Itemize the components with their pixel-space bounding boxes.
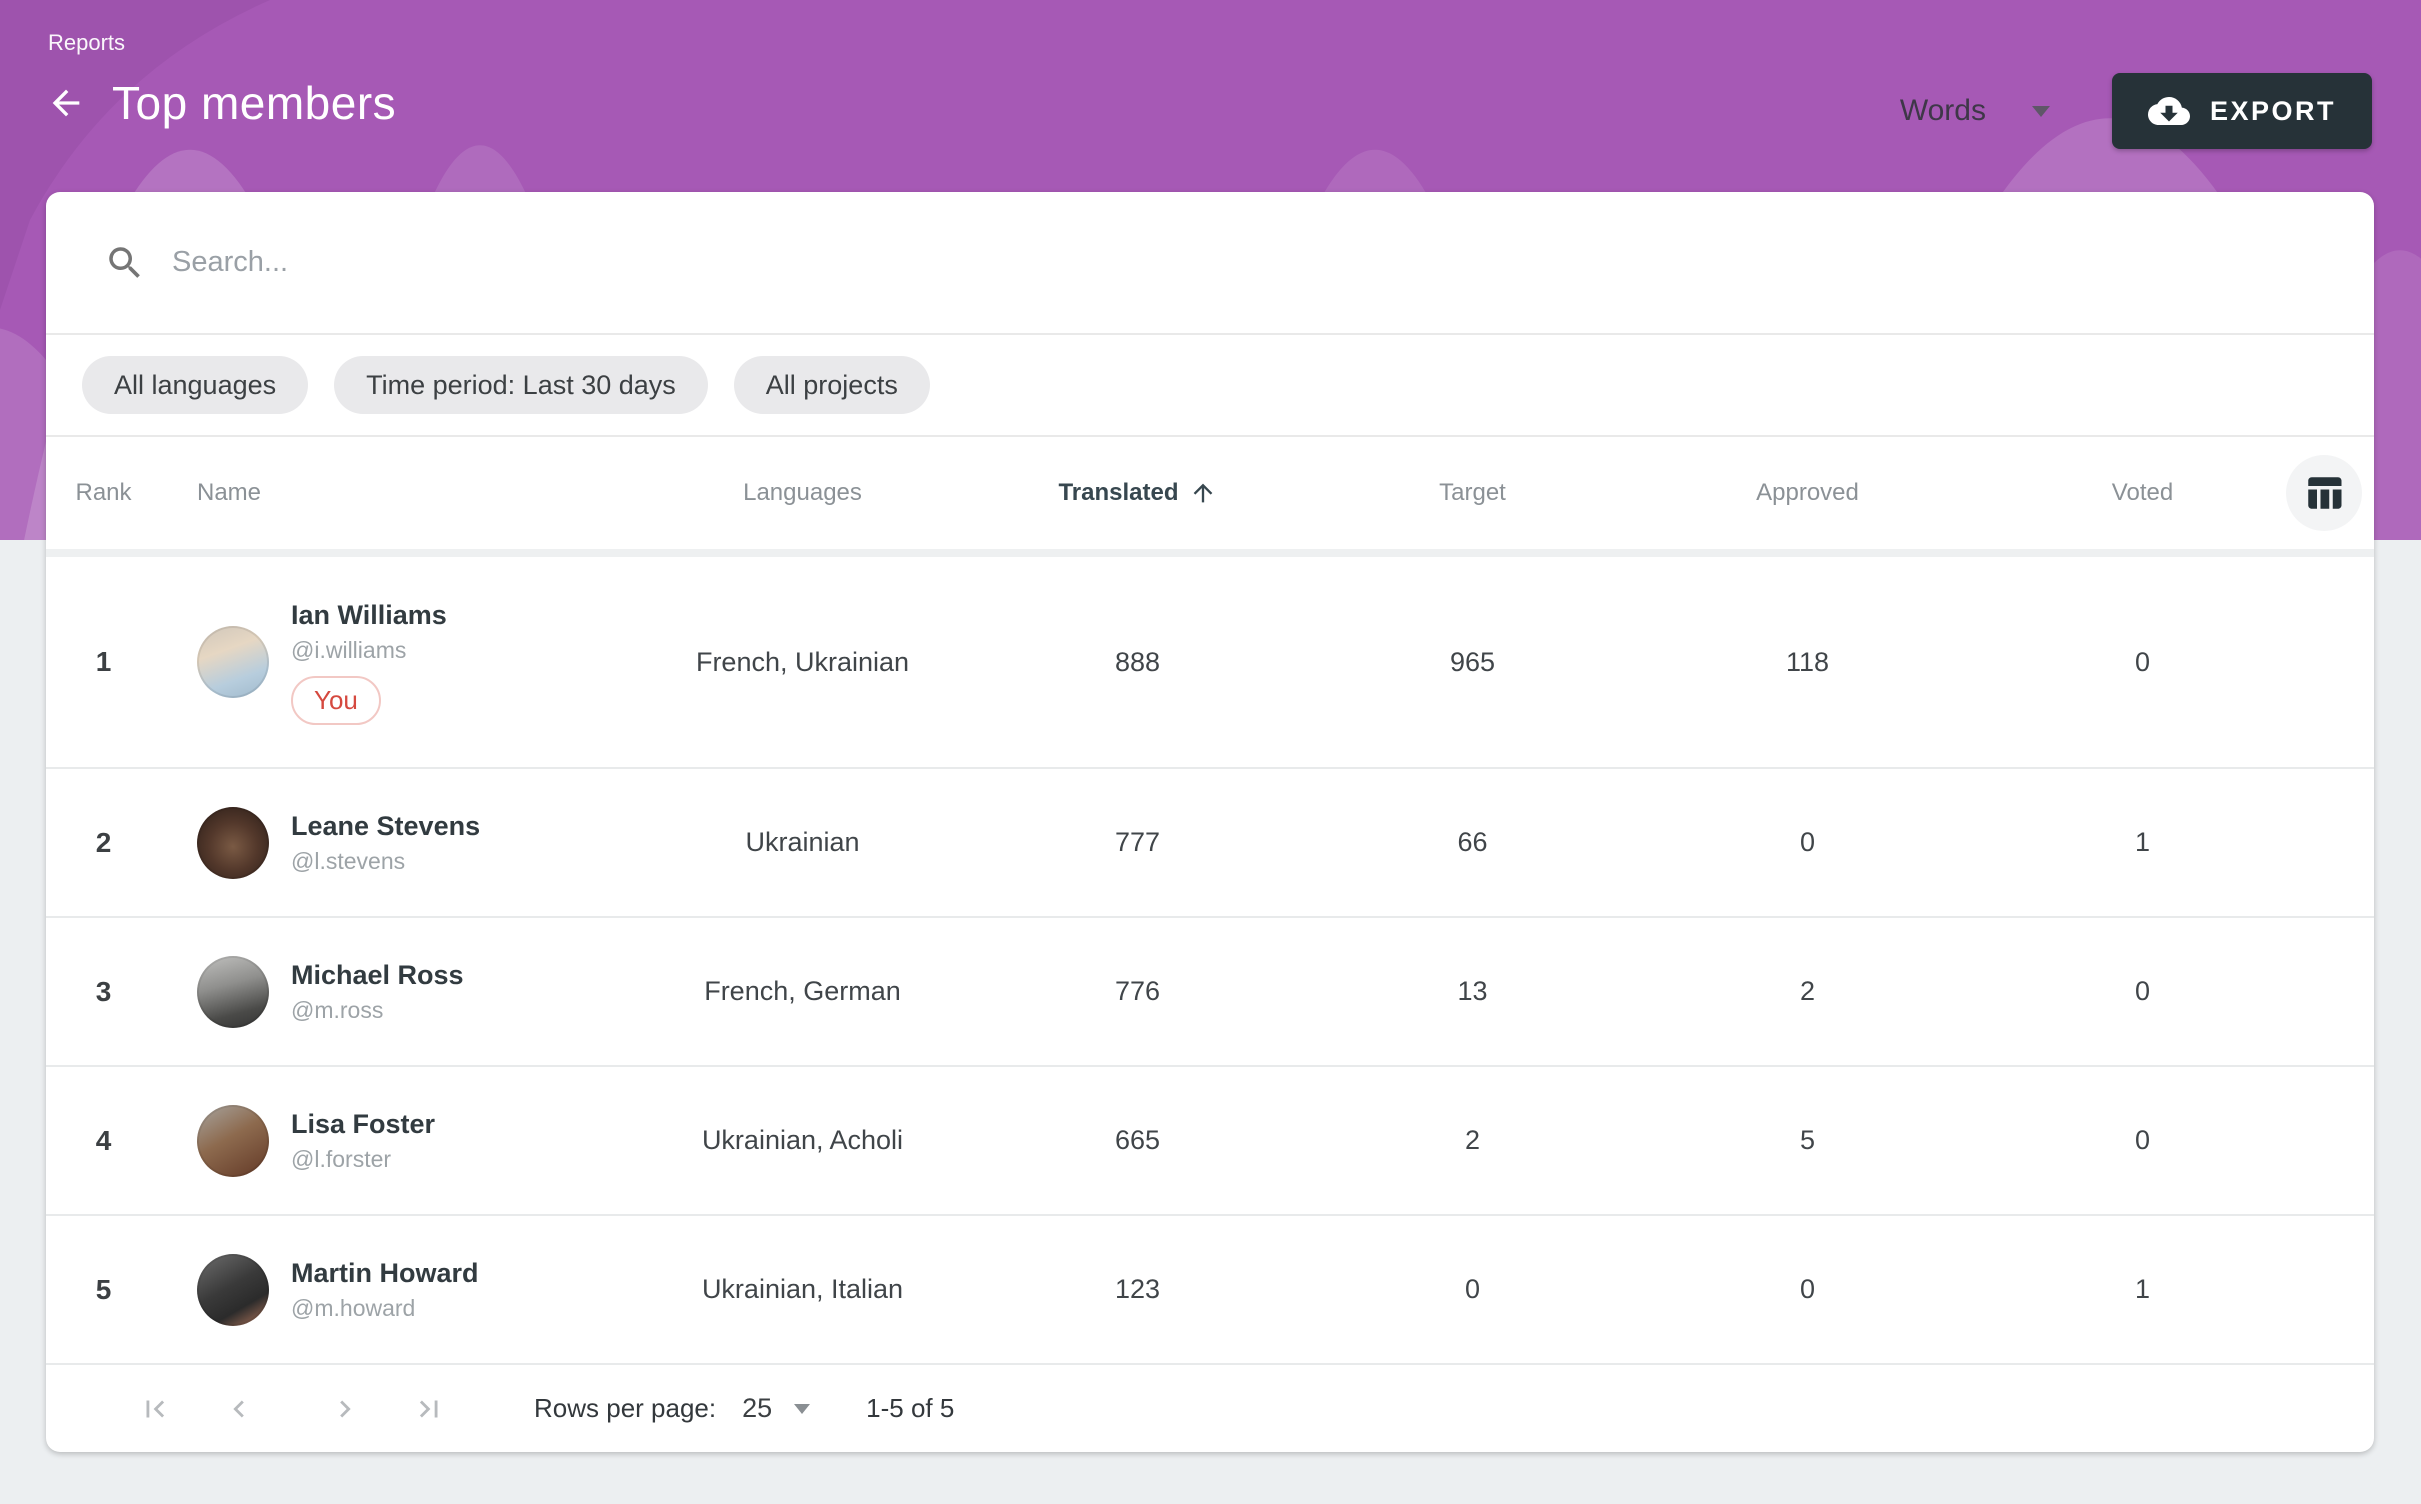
member-name: Michael Ross [291, 959, 464, 993]
unit-dropdown[interactable]: Words [1900, 94, 2050, 128]
approved-value: 5 [1640, 1125, 1975, 1156]
target-value: 965 [1305, 647, 1640, 678]
breadcrumb[interactable]: Reports [48, 30, 125, 56]
rows-per-page-label: Rows per page: [534, 1393, 716, 1424]
cloud-download-icon [2148, 95, 2190, 127]
avatar [197, 1105, 269, 1177]
column-header-target[interactable]: Target [1305, 479, 1640, 507]
export-button[interactable]: EXPORT [2112, 73, 2372, 149]
member-name: Martin Howard [291, 1257, 479, 1291]
rows-per-page-select[interactable]: 25 [742, 1393, 810, 1424]
search-bar [46, 192, 2374, 335]
languages-value: Ukrainian [635, 827, 970, 858]
pagination-range: 1-5 of 5 [866, 1393, 954, 1424]
column-header-translated[interactable]: Translated [970, 479, 1305, 507]
translated-value: 777 [970, 827, 1305, 858]
member-username: @i.williams [291, 637, 447, 664]
unit-dropdown-value: Words [1900, 94, 1986, 128]
languages-value: Ukrainian, Acholi [635, 1125, 970, 1156]
member-cell: Lisa Foster @l.forster [161, 1105, 635, 1177]
column-header-translated-label: Translated [1058, 479, 1178, 507]
filter-chip-time-period[interactable]: Time period: Last 30 days [334, 356, 708, 414]
table-row: 3 Michael Ross @m.ross French, German 77… [46, 918, 2374, 1067]
target-value: 0 [1305, 1274, 1640, 1305]
member-name: Lisa Foster [291, 1108, 435, 1142]
first-page-button[interactable] [138, 1392, 172, 1426]
export-button-label: EXPORT [2210, 96, 2336, 127]
avatar [197, 626, 269, 698]
column-header-languages[interactable]: Languages [635, 479, 970, 507]
table-row: 1 Ian Williams @i.williams You French, U… [46, 557, 2374, 769]
translated-value: 665 [970, 1125, 1305, 1156]
rows-per-page-value: 25 [742, 1393, 772, 1424]
member-username: @m.ross [291, 997, 464, 1024]
column-header-voted[interactable]: Voted [1975, 479, 2310, 507]
page-title: Top members [112, 76, 396, 130]
table-columns-icon [2303, 472, 2345, 514]
previous-page-button[interactable] [222, 1392, 256, 1426]
approved-value: 0 [1640, 827, 1975, 858]
search-input[interactable] [172, 246, 1372, 279]
member-name: Leane Stevens [291, 810, 480, 844]
caret-down-icon [794, 1404, 810, 1414]
rank-value: 5 [46, 1274, 161, 1306]
member-username: @l.forster [291, 1146, 435, 1173]
avatar [197, 807, 269, 879]
next-page-button[interactable] [328, 1392, 362, 1426]
table-row: 4 Lisa Foster @l.forster Ukrainian, Acho… [46, 1067, 2374, 1216]
pagination-bar: Rows per page: 25 1-5 of 5 [46, 1365, 2374, 1452]
languages-value: French, Ukrainian [635, 647, 970, 678]
member-cell: Leane Stevens @l.stevens [161, 807, 635, 879]
voted-value: 0 [1975, 647, 2310, 678]
target-value: 2 [1305, 1125, 1640, 1156]
table-row: 2 Leane Stevens @l.stevens Ukrainian 777… [46, 769, 2374, 918]
approved-value: 118 [1640, 647, 1975, 678]
member-cell: Michael Ross @m.ross [161, 956, 635, 1028]
avatar [197, 956, 269, 1028]
voted-value: 1 [1975, 827, 2310, 858]
filter-chip-languages[interactable]: All languages [82, 356, 308, 414]
rank-value: 4 [46, 1125, 161, 1157]
table-header: Rank Name Languages Translated Target Ap… [46, 437, 2374, 557]
member-cell: Martin Howard @m.howard [161, 1254, 635, 1326]
member-name: Ian Williams [291, 599, 447, 633]
voted-value: 0 [1975, 1125, 2310, 1156]
voted-value: 0 [1975, 976, 2310, 1007]
translated-value: 888 [970, 647, 1305, 678]
languages-value: Ukrainian, Italian [635, 1274, 970, 1305]
rank-value: 2 [46, 827, 161, 859]
approved-value: 2 [1640, 976, 1975, 1007]
table-row: 5 Martin Howard @m.howard Ukrainian, Ita… [46, 1216, 2374, 1365]
back-button[interactable] [44, 81, 88, 125]
last-page-button[interactable] [412, 1392, 446, 1426]
column-header-approved[interactable]: Approved [1640, 479, 1975, 507]
translated-value: 123 [970, 1274, 1305, 1305]
caret-down-icon [2032, 106, 2050, 117]
column-header-name[interactable]: Name [161, 479, 635, 507]
search-icon [104, 242, 146, 284]
you-badge: You [291, 676, 381, 725]
voted-value: 1 [1975, 1274, 2310, 1305]
target-value: 13 [1305, 976, 1640, 1007]
filter-chip-projects[interactable]: All projects [734, 356, 930, 414]
sort-arrow-up-icon [1189, 479, 1217, 507]
languages-value: French, German [635, 976, 970, 1007]
configure-columns-button[interactable] [2286, 455, 2362, 531]
member-username: @m.howard [291, 1295, 479, 1322]
filter-chips: All languages Time period: Last 30 days … [46, 335, 2374, 437]
member-username: @l.stevens [291, 848, 480, 875]
translated-value: 776 [970, 976, 1305, 1007]
avatar [197, 1254, 269, 1326]
rank-value: 1 [46, 646, 161, 678]
column-header-rank[interactable]: Rank [46, 479, 161, 507]
rank-value: 3 [46, 976, 161, 1008]
top-members-card: All languages Time period: Last 30 days … [46, 192, 2374, 1452]
approved-value: 0 [1640, 1274, 1975, 1305]
target-value: 66 [1305, 827, 1640, 858]
member-cell: Ian Williams @i.williams You [161, 599, 635, 725]
arrow-left-icon [46, 83, 86, 123]
